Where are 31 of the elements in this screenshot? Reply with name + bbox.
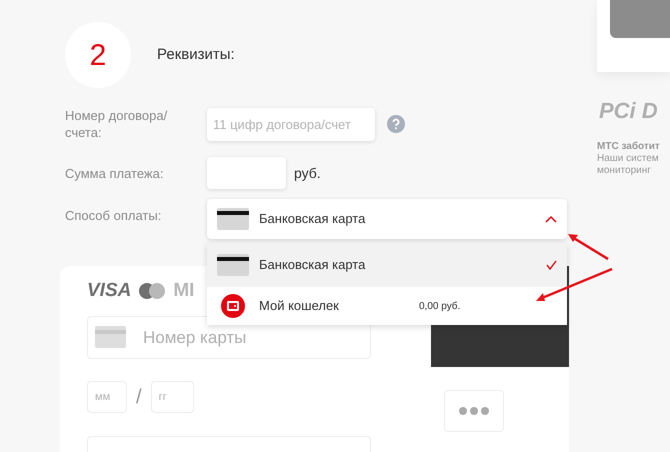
step-number: 2 (65, 22, 131, 88)
field-label: Сумма платежа: (65, 164, 164, 182)
wallet-icon (221, 294, 245, 318)
section-title: Реквизиты: (157, 44, 235, 65)
payment-option[interactable]: Мой кошелек 0,00 руб. (207, 287, 567, 325)
month-field[interactable]: мм (87, 381, 127, 413)
security-notice-text: Наши систем (597, 153, 660, 165)
more-icon (459, 407, 489, 415)
card-icon (95, 326, 126, 348)
card-number-field[interactable]: Номер карты (87, 316, 371, 359)
card-brand-logo: MI (173, 278, 194, 303)
payment-option[interactable]: Банковская карта (207, 243, 567, 287)
bank-card-icon (217, 208, 249, 230)
checkmark-icon (546, 260, 557, 270)
more-button[interactable] (444, 390, 504, 432)
amount-field[interactable] (207, 157, 286, 189)
pci-logo: PCi D (599, 97, 659, 125)
security-notice-text: мониторинг (597, 165, 652, 177)
help-icon[interactable] (387, 115, 405, 133)
date-separator: / (135, 385, 143, 410)
currency-label: руб. (294, 164, 321, 183)
payment-method-select[interactable]: Банковская карта (207, 199, 567, 239)
card-brand-logo: VISA (87, 278, 132, 303)
side-button[interactable] (610, 0, 670, 38)
contract-number-field[interactable]: 11 цифр договора/счет (207, 108, 375, 140)
mastercard-logo-icon (137, 282, 168, 300)
security-notice-text: МТС заботит (597, 141, 661, 153)
bank-card-icon (217, 254, 249, 276)
field-label: Номер договора/ счета: (65, 107, 168, 141)
year-field[interactable]: гг (150, 381, 194, 413)
field-label: Способ оплаты: (65, 207, 162, 224)
